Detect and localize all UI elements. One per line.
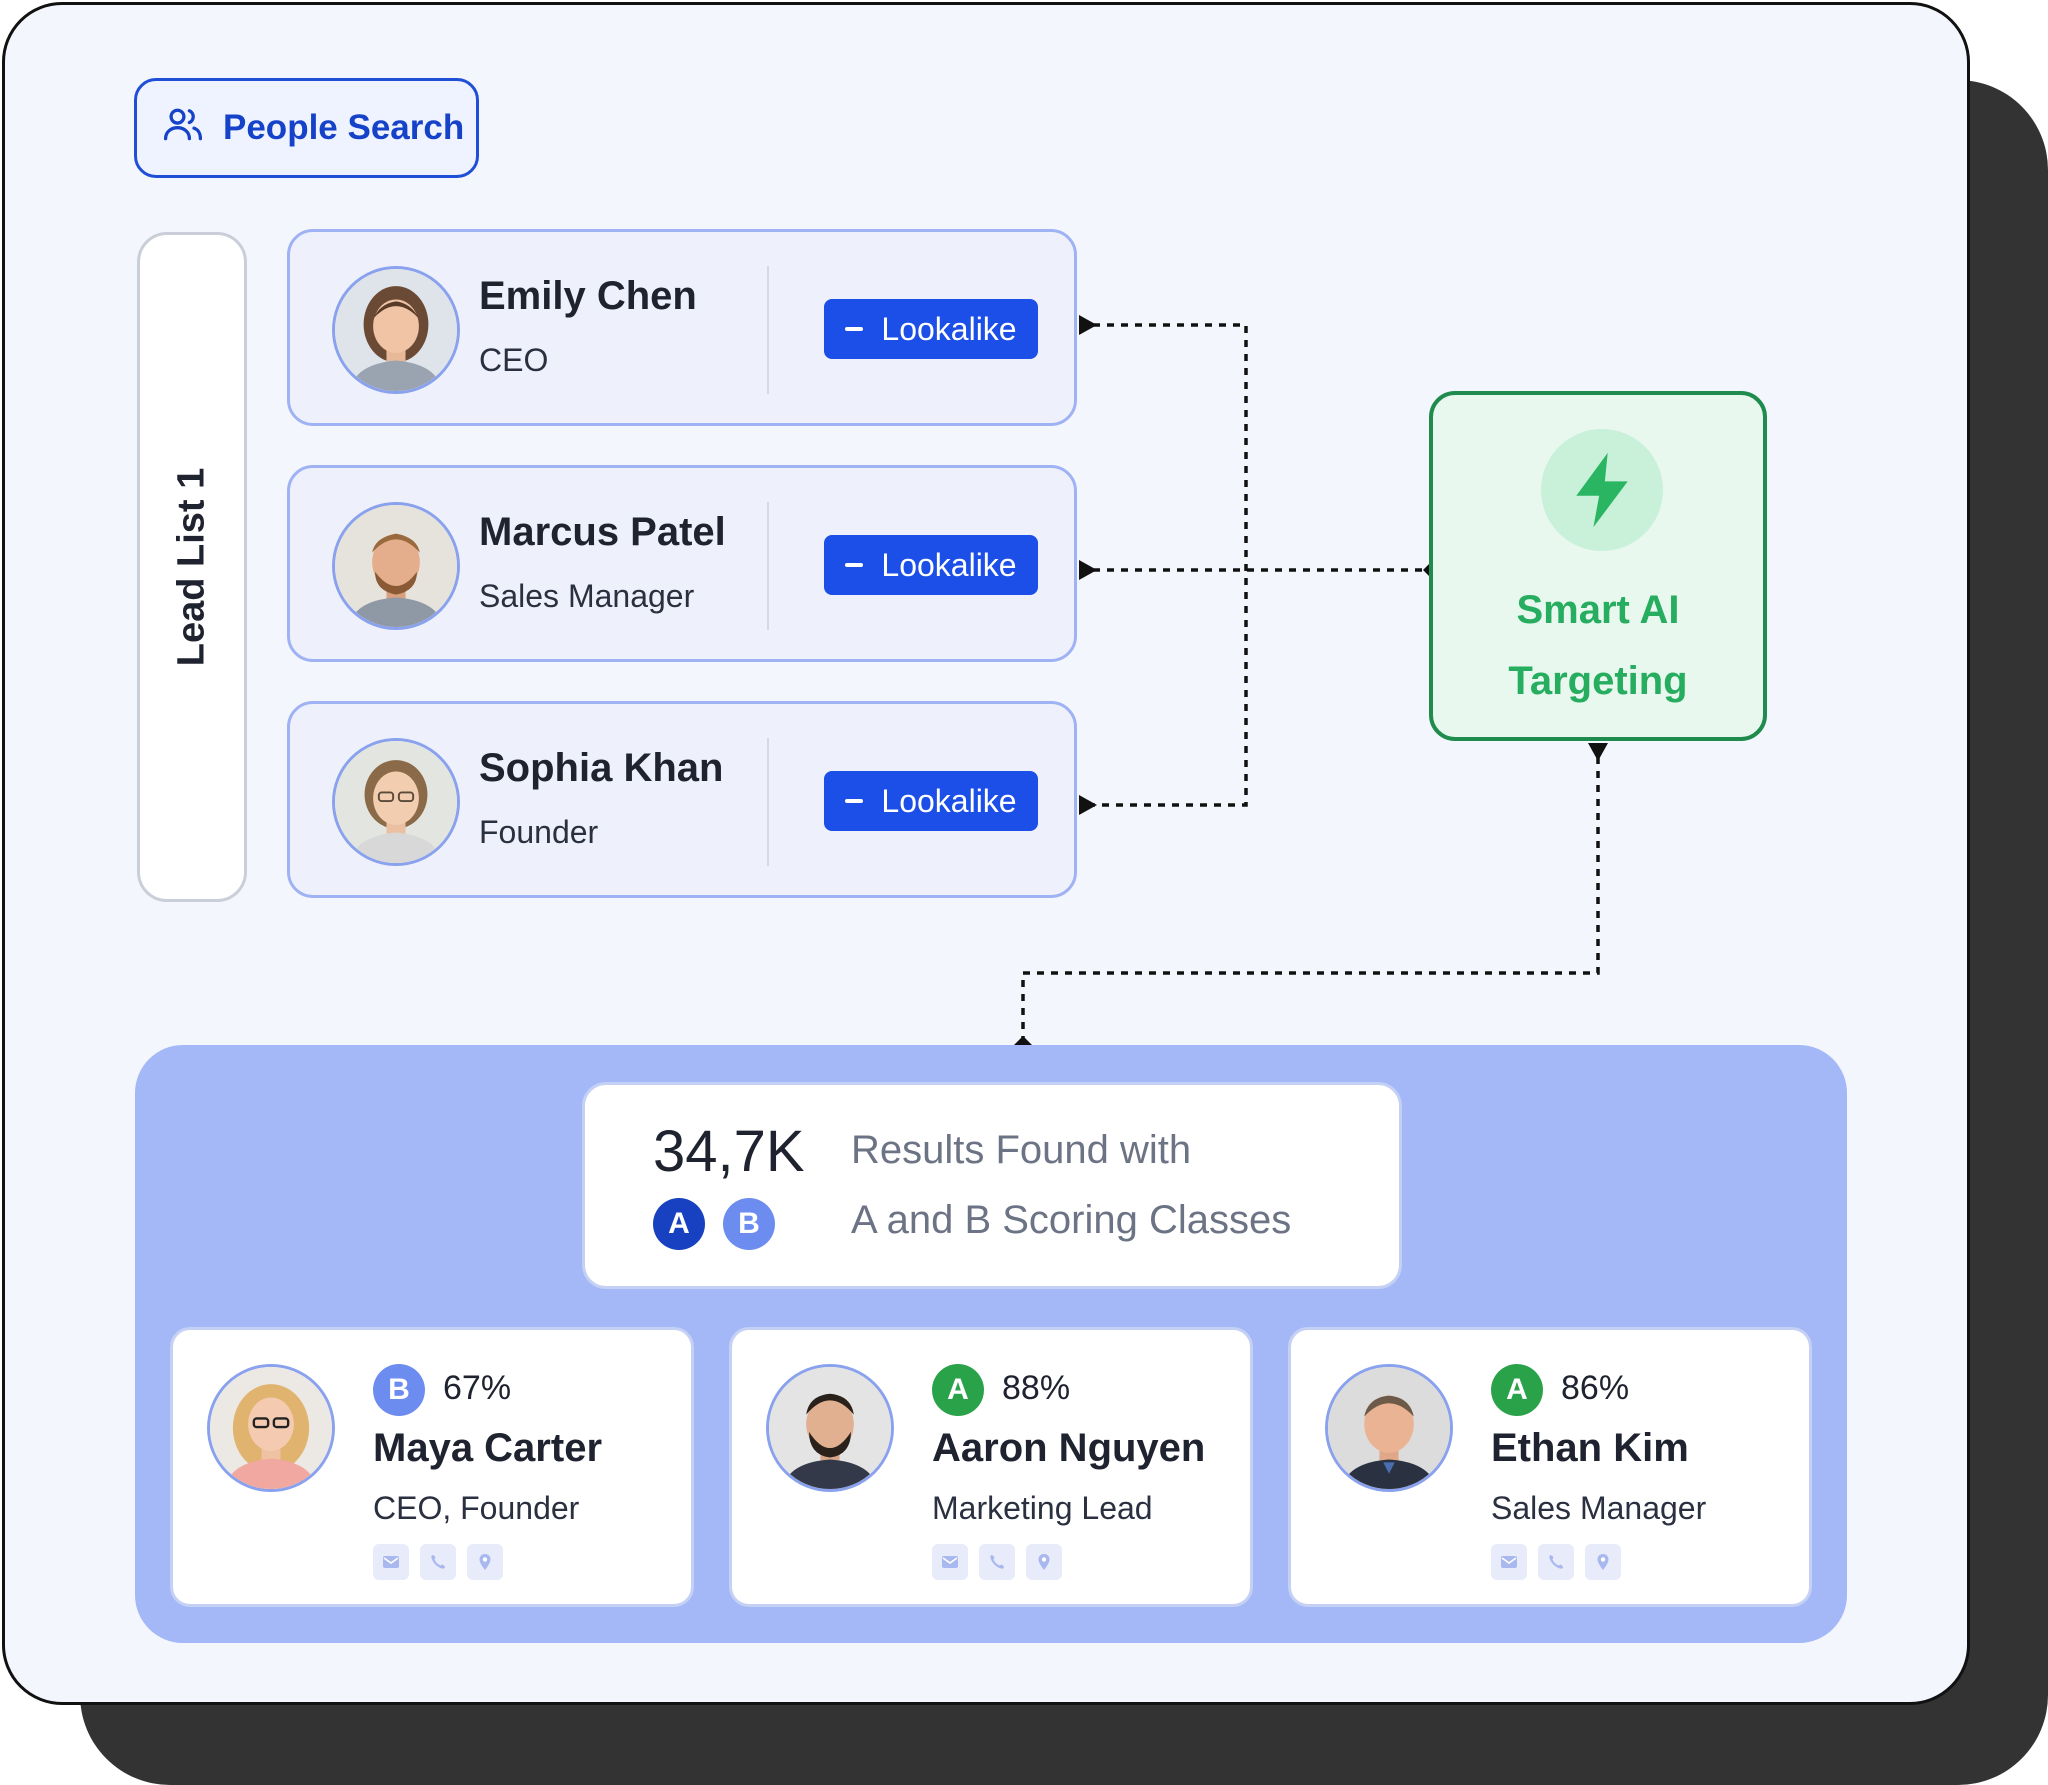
lead-list-tab[interactable]: Lead List 1 — [137, 232, 247, 902]
grade-badge: A — [932, 1364, 984, 1416]
divider — [767, 738, 769, 866]
lead-name: Ethan Kim — [1491, 1426, 1689, 1470]
arrowhead — [1079, 560, 1097, 580]
minus-icon — [845, 327, 864, 331]
seed-lead-card[interactable]: Marcus Patel Sales Manager Lookalike — [287, 465, 1077, 662]
phone-icon[interactable] — [420, 1544, 456, 1580]
minus-icon — [845, 563, 864, 567]
phone-icon[interactable] — [1538, 1544, 1574, 1580]
contact-actions — [1491, 1544, 1621, 1580]
grade-letter: B — [738, 1207, 760, 1240]
results-line-1: Results Found with — [851, 1128, 1192, 1172]
people-search-label: People Search — [223, 108, 465, 147]
location-icon[interactable] — [1585, 1544, 1621, 1580]
lookalike-label: Lookalike — [881, 310, 1017, 347]
lookalike-button[interactable]: Lookalike — [824, 535, 1038, 595]
mail-icon[interactable] — [373, 1544, 409, 1580]
lookalike-button[interactable]: Lookalike — [824, 299, 1038, 359]
matched-lead-card[interactable]: B 67% Maya Carter CEO, Founder — [170, 1327, 694, 1607]
lead-role: Sales Manager — [1491, 1490, 1707, 1526]
lookalike-label: Lookalike — [881, 546, 1017, 583]
grade-badge: B — [373, 1364, 425, 1416]
lead-role: CEO, Founder — [373, 1490, 580, 1526]
matched-lead-card[interactable]: A 86% Ethan Kim Sales Manager — [1288, 1327, 1812, 1607]
arrowhead — [1079, 795, 1097, 815]
lookalike-button[interactable]: Lookalike — [824, 771, 1038, 831]
smart-ai-line1: Smart AI — [1516, 588, 1680, 632]
match-score: 67% — [443, 1369, 512, 1407]
bolt-icon — [1576, 452, 1628, 528]
lead-name: Emily Chen — [479, 274, 697, 318]
mail-icon[interactable] — [932, 1544, 968, 1580]
lead-role: CEO — [479, 342, 549, 378]
avatar — [1325, 1364, 1453, 1492]
minus-icon — [845, 799, 864, 803]
lead-role: Marketing Lead — [932, 1490, 1153, 1526]
avatar — [766, 1364, 894, 1492]
contact-actions — [373, 1544, 503, 1580]
divider — [767, 266, 769, 394]
avatar — [332, 502, 460, 630]
seed-lead-card[interactable]: Sophia Khan Founder Lookalike — [287, 701, 1077, 898]
lead-list-label: Lead List 1 — [170, 467, 213, 667]
results-summary-card: 34,7K A B Results Found with A and B Sco… — [582, 1082, 1402, 1289]
matched-lead-card[interactable]: A 88% Aaron Nguyen Marketing Lead — [729, 1327, 1253, 1607]
avatar — [332, 266, 460, 394]
lead-name: Maya Carter — [373, 1426, 603, 1470]
phone-icon[interactable] — [979, 1544, 1015, 1580]
grade-letter: A — [668, 1207, 690, 1240]
results-panel: 34,7K A B Results Found with A and B Sco… — [135, 1045, 1847, 1643]
lead-name: Marcus Patel — [479, 510, 726, 554]
lead-name: Aaron Nguyen — [932, 1426, 1206, 1470]
lead-name: Sophia Khan — [479, 746, 724, 790]
bolt-icon-badge — [1541, 429, 1663, 551]
seed-lead-card[interactable]: Emily Chen CEO Lookalike — [287, 229, 1077, 426]
results-line-2: A and B Scoring Classes — [851, 1198, 1292, 1242]
arrowhead — [1079, 315, 1097, 335]
results-count: 34,7K — [653, 1119, 805, 1184]
location-icon[interactable] — [467, 1544, 503, 1580]
location-icon[interactable] — [1026, 1544, 1062, 1580]
avatar — [332, 738, 460, 866]
divider — [767, 502, 769, 630]
avatar — [207, 1364, 335, 1492]
smart-ai-line2: Targeting — [1508, 659, 1688, 703]
grade-badge: A — [1491, 1364, 1543, 1416]
main-card: People Search Lead List 1 Emily Chen CEO… — [2, 2, 1970, 1705]
lookalike-label: Lookalike — [881, 782, 1017, 819]
smart-ai-title: Smart AI Targeting — [1433, 575, 1763, 717]
smart-ai-targeting-node[interactable]: Smart AI Targeting — [1429, 391, 1767, 741]
grade-badge-b: B — [723, 1198, 775, 1250]
people-search-button[interactable]: People Search — [134, 78, 479, 178]
contact-actions — [932, 1544, 1062, 1580]
arrowhead — [1588, 743, 1608, 761]
grade-badge-a: A — [653, 1198, 705, 1250]
match-score: 86% — [1561, 1369, 1630, 1407]
lead-role: Founder — [479, 814, 599, 850]
match-score: 88% — [1002, 1369, 1071, 1407]
lead-role: Sales Manager — [479, 578, 695, 614]
mail-icon[interactable] — [1491, 1544, 1527, 1580]
people-icon — [161, 102, 205, 155]
